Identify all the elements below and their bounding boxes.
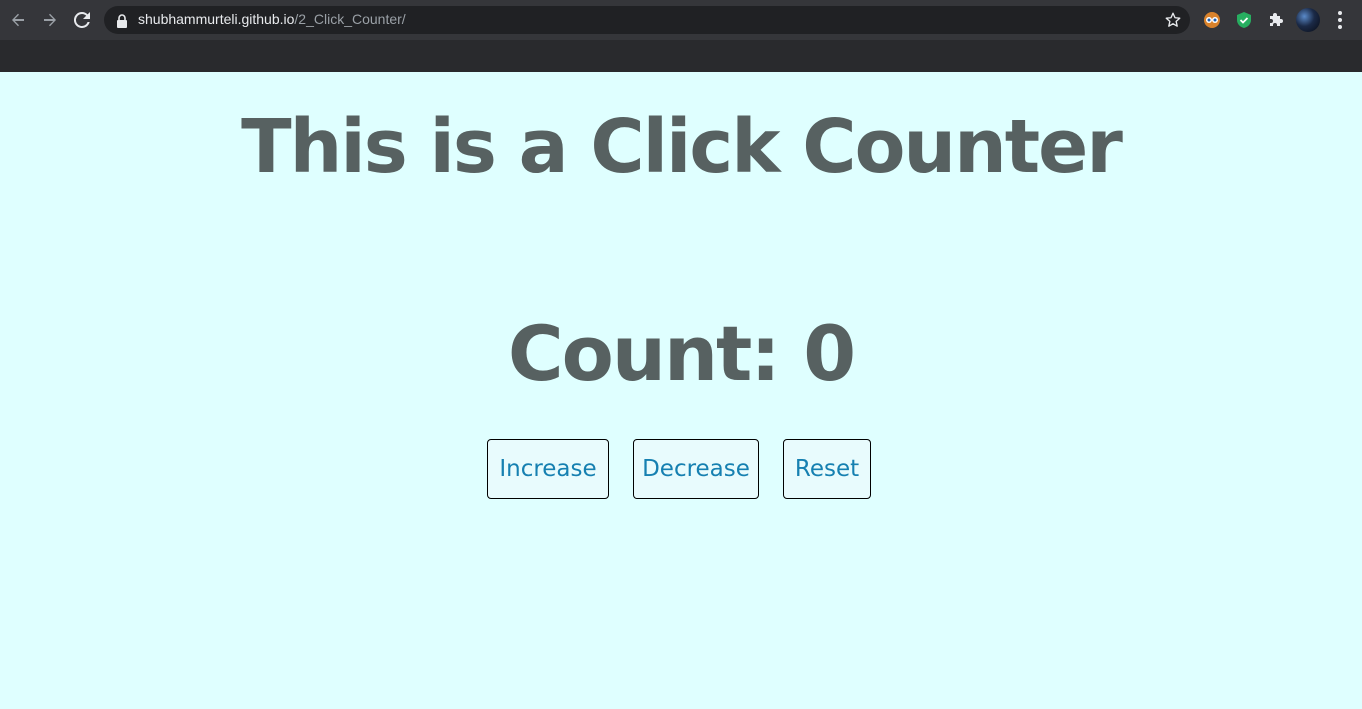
reset-button[interactable]: Reset xyxy=(783,439,871,499)
url-host: shubhammurteli.github.io xyxy=(138,11,295,27)
browser-chrome: shubhammurteli.github.io/2_Click_Counter… xyxy=(0,0,1362,72)
reload-icon[interactable] xyxy=(68,6,96,34)
star-icon[interactable] xyxy=(1164,11,1182,33)
decrease-button[interactable]: Decrease xyxy=(633,439,759,499)
back-icon[interactable] xyxy=(4,6,32,34)
forward-icon[interactable] xyxy=(36,6,64,34)
extension-eyes-icon[interactable] xyxy=(1200,8,1224,32)
puzzle-icon[interactable] xyxy=(1264,8,1288,32)
browser-toolbar: shubhammurteli.github.io/2_Click_Counter… xyxy=(0,0,1362,40)
lock-icon[interactable] xyxy=(116,13,128,32)
page-title: This is a Click Counter xyxy=(241,104,1123,190)
more-menu-icon[interactable] xyxy=(1330,8,1350,32)
shield-icon[interactable] xyxy=(1232,8,1256,32)
address-bar[interactable]: shubhammurteli.github.io/2_Click_Counter… xyxy=(104,6,1190,34)
increase-button[interactable]: Increase xyxy=(487,439,609,499)
url-text: shubhammurteli.github.io/2_Click_Counter… xyxy=(138,11,406,27)
page-content: This is a Click Counter Count: 0 Increas… xyxy=(0,72,1362,709)
url-path: /2_Click_Counter/ xyxy=(294,11,406,27)
count-display: Count: 0 xyxy=(507,309,856,398)
avatar[interactable] xyxy=(1296,8,1320,32)
